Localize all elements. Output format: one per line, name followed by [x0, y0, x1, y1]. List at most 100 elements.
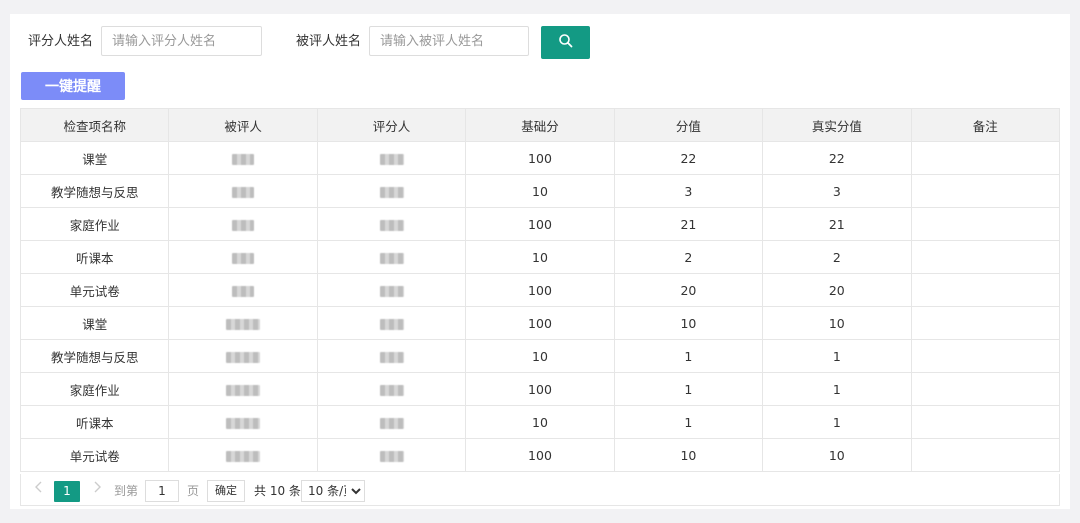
score-cell: 21 [613, 207, 764, 241]
note-cell [910, 438, 1061, 472]
score-cell: 3 [613, 174, 764, 208]
table-row: 课堂 100 10 10 [19, 306, 1061, 340]
scorer-name-cell [316, 306, 467, 340]
score-cell: 10 [613, 306, 764, 340]
note-cell [910, 339, 1061, 373]
search-icon [558, 33, 574, 52]
one-click-remind-button[interactable]: 一键提醒 [21, 72, 125, 100]
redacted-name [379, 450, 404, 462]
redacted-name [232, 153, 255, 165]
redacted-name [379, 285, 404, 297]
scorer-name-cell [316, 438, 467, 472]
scorer-name-cell [316, 273, 467, 307]
real-score-cell: 1 [762, 372, 912, 406]
score-cell: 2 [613, 240, 764, 274]
score-cell: 1 [613, 372, 764, 406]
real-score-cell: 3 [762, 174, 912, 208]
item-name-cell: 教学随想与反思 [19, 339, 170, 373]
item-name-cell: 教学随想与反思 [19, 174, 170, 208]
column-header: 真实分值 [762, 108, 912, 142]
item-name-cell: 课堂 [19, 306, 170, 340]
table-row: 教学随想与反思 10 3 3 [19, 174, 1061, 208]
scorer-name-cell [316, 207, 467, 241]
redacted-name [232, 252, 255, 264]
chevron-right-icon [93, 481, 101, 497]
page-number-current[interactable]: 1 [54, 481, 80, 502]
base-score-cell: 100 [465, 273, 615, 307]
goto-page-input[interactable] [145, 480, 179, 502]
redacted-name [379, 186, 404, 198]
page-unit-label: 页 [187, 484, 200, 498]
scorer-name-input[interactable] [101, 26, 262, 56]
base-score-cell: 100 [465, 372, 615, 406]
total-count: 共 10 条 [254, 484, 301, 498]
note-cell [910, 273, 1061, 307]
real-score-cell: 10 [762, 438, 912, 472]
table-header-row: 检查项名称 被评人 评分人 基础分 分值 真实分值 备注 [19, 108, 1061, 142]
column-header: 被评人 [168, 108, 318, 142]
chevron-left-icon [35, 481, 43, 497]
table-row: 课堂 100 22 22 [19, 141, 1061, 175]
redacted-name [379, 252, 404, 264]
score-table: 检查项名称 被评人 评分人 基础分 分值 真实分值 备注 课堂 100 22 22 教学… [19, 108, 1061, 472]
redacted-name [379, 417, 404, 429]
search-button[interactable] [541, 26, 590, 59]
item-name-cell: 家庭作业 [19, 372, 170, 406]
scorer-name-cell [316, 339, 467, 373]
note-cell [910, 240, 1061, 274]
table-row: 家庭作业 100 21 21 [19, 207, 1061, 241]
redacted-name [379, 219, 404, 231]
evaluated-name-cell [168, 405, 318, 439]
evaluated-name-cell [168, 240, 318, 274]
real-score-cell: 2 [762, 240, 912, 274]
item-name-cell: 单元试卷 [19, 273, 170, 307]
redacted-name [379, 351, 404, 363]
evaluated-name-cell [168, 141, 318, 175]
page-size-select[interactable]: 10 条/页 [301, 480, 365, 502]
next-page-button[interactable] [89, 481, 105, 497]
scorer-name-cell [316, 372, 467, 406]
evaluated-name-cell [168, 207, 318, 241]
evaluated-name-cell [168, 273, 318, 307]
scorer-name-cell [316, 174, 467, 208]
base-score-cell: 100 [465, 141, 615, 175]
score-cell: 20 [613, 273, 764, 307]
table-row: 教学随想与反思 10 1 1 [19, 339, 1061, 373]
goto-label: 到第 [114, 484, 139, 498]
base-score-cell: 10 [465, 174, 615, 208]
base-score-cell: 100 [465, 306, 615, 340]
goto-confirm-button[interactable]: 确定 [207, 480, 245, 502]
score-cell: 1 [613, 339, 764, 373]
scorer-name-cell [316, 240, 467, 274]
base-score-cell: 10 [465, 240, 615, 274]
real-score-cell: 22 [762, 141, 912, 175]
redacted-name [232, 186, 255, 198]
scorer-name-cell [316, 141, 467, 175]
score-cell: 10 [613, 438, 764, 472]
evaluated-name-cell [168, 372, 318, 406]
column-header: 基础分 [465, 108, 615, 142]
item-name-cell: 家庭作业 [19, 207, 170, 241]
real-score-cell: 10 [762, 306, 912, 340]
redacted-name [379, 384, 404, 396]
table-row: 单元试卷 100 10 10 [19, 438, 1061, 472]
evaluated-name-cell [168, 306, 318, 340]
base-score-cell: 100 [465, 438, 615, 472]
item-name-cell: 单元试卷 [19, 438, 170, 472]
redacted-name [379, 153, 404, 165]
redacted-name [226, 318, 261, 330]
column-header: 检查项名称 [19, 108, 170, 142]
real-score-cell: 20 [762, 273, 912, 307]
redacted-name [232, 285, 255, 297]
evaluated-name-label: 被评人姓名 [296, 34, 362, 49]
pagination: 1 到第 页 确定 共 10 条 10 条/页 [20, 474, 1060, 506]
note-cell [910, 405, 1061, 439]
table-row: 听课本 10 1 1 [19, 405, 1061, 439]
redacted-name [226, 351, 261, 363]
evaluated-name-input[interactable] [369, 26, 529, 56]
evaluated-name-cell [168, 438, 318, 472]
note-cell [910, 174, 1061, 208]
redacted-name [226, 450, 261, 462]
prev-page-button[interactable] [31, 481, 47, 497]
evaluated-name-cell [168, 174, 318, 208]
